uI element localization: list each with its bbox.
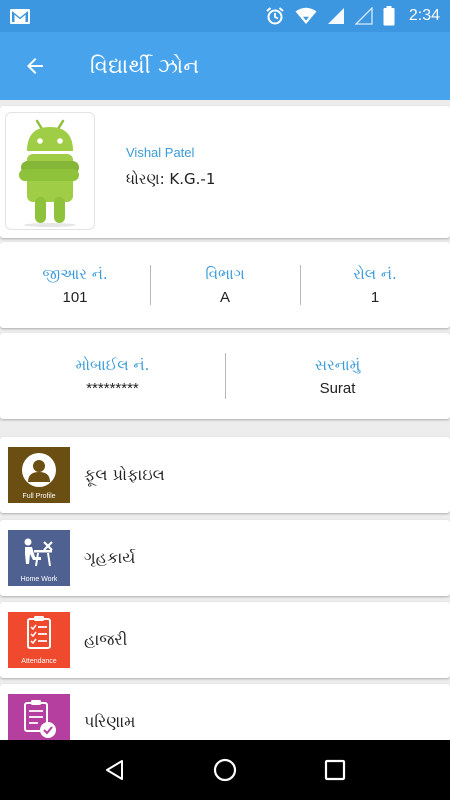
menu-item-label: ફૂલ પ્રોફાઇલ	[84, 465, 165, 484]
avatar	[5, 112, 95, 230]
signal-empty-icon	[354, 7, 373, 25]
back-button[interactable]	[0, 32, 70, 100]
home-circle-icon	[213, 758, 237, 782]
menu-item-result[interactable]: પરિણામ	[0, 684, 450, 740]
menu-item-full-profile[interactable]: Full Profile ફૂલ પ્રોફાઇલ	[0, 437, 450, 513]
mobile-value: *********	[86, 379, 139, 397]
back-triangle-icon	[106, 760, 123, 780]
menu-item-attendance[interactable]: Attendance હાજરી	[0, 602, 450, 678]
status-bar: 2:34	[0, 0, 450, 32]
clipboard-list-icon: Attendance	[8, 612, 70, 668]
gmail-icon	[10, 8, 30, 24]
recents-square-icon	[324, 759, 346, 781]
homework-icon: Home Work	[8, 530, 70, 586]
wifi-icon	[295, 7, 317, 25]
address-field: સરનામું Surat	[225, 333, 450, 419]
menu-item-homework[interactable]: Home Work ગૃહકાર્ય	[0, 520, 450, 596]
address-value: Surat	[319, 379, 356, 397]
arrow-left-icon	[27, 58, 43, 74]
menu-item-label: હાજરી	[84, 630, 128, 649]
mobile-label: મોબાઈલ નં.	[75, 355, 150, 374]
menu-icon-caption: Home Work	[20, 576, 58, 583]
person-icon: Full Profile	[8, 447, 70, 503]
menu-item-label: પરિણામ	[84, 712, 136, 731]
gr-number-field: જીઆર નં. 101	[0, 242, 150, 328]
roll-number-label: રોલ નં.	[353, 264, 397, 283]
roll-number-field: રોલ નં. 1	[300, 242, 450, 328]
main-content: Vishal Patel ધોરણ: K.G.-1 જીઆર નં. 101 વ…	[0, 100, 450, 740]
signal-icon	[327, 7, 345, 25]
system-nav-bar	[0, 740, 450, 800]
page-title: વિદ્યાર્થી ઝોન	[90, 53, 200, 78]
clipboard-check-icon	[8, 694, 70, 740]
address-label: સરનામું	[314, 355, 361, 374]
profile-card: Vishal Patel ધોરણ: K.G.-1	[0, 106, 450, 238]
gr-number-label: જીઆર નં.	[42, 264, 108, 283]
alarm-icon	[265, 6, 285, 26]
mobile-field: મોબાઈલ નં. *********	[0, 333, 225, 419]
status-time: 2:34	[408, 7, 440, 24]
info-card-contact: મોબાઈલ નં. ********* સરનામું Surat	[0, 333, 450, 419]
android-robot-icon	[19, 119, 79, 227]
nav-home-button[interactable]	[205, 750, 245, 790]
division-label: વિભાગ	[205, 264, 245, 283]
nav-back-button[interactable]	[95, 750, 135, 790]
student-class: ધોરણ: K.G.-1	[126, 170, 215, 188]
app-bar: વિદ્યાર્થી ઝોન	[0, 32, 450, 100]
menu-item-label: ગૃહકાર્ય	[84, 548, 136, 567]
menu-icon-caption: Attendance	[21, 658, 57, 665]
info-card-ids: જીઆર નં. 101 વિભાગ A રોલ નં. 1	[0, 242, 450, 328]
gr-number-value: 101	[62, 288, 88, 306]
student-name: Vishal Patel	[126, 145, 195, 160]
class-value: K.G.-1	[169, 170, 216, 188]
menu-icon-caption: Full Profile	[22, 493, 56, 500]
division-field: વિભાગ A	[150, 242, 300, 328]
nav-recents-button[interactable]	[315, 750, 355, 790]
division-value: A	[219, 288, 230, 306]
class-label: ધોરણ:	[126, 170, 165, 188]
battery-icon	[383, 6, 395, 26]
roll-number-value: 1	[370, 288, 380, 306]
